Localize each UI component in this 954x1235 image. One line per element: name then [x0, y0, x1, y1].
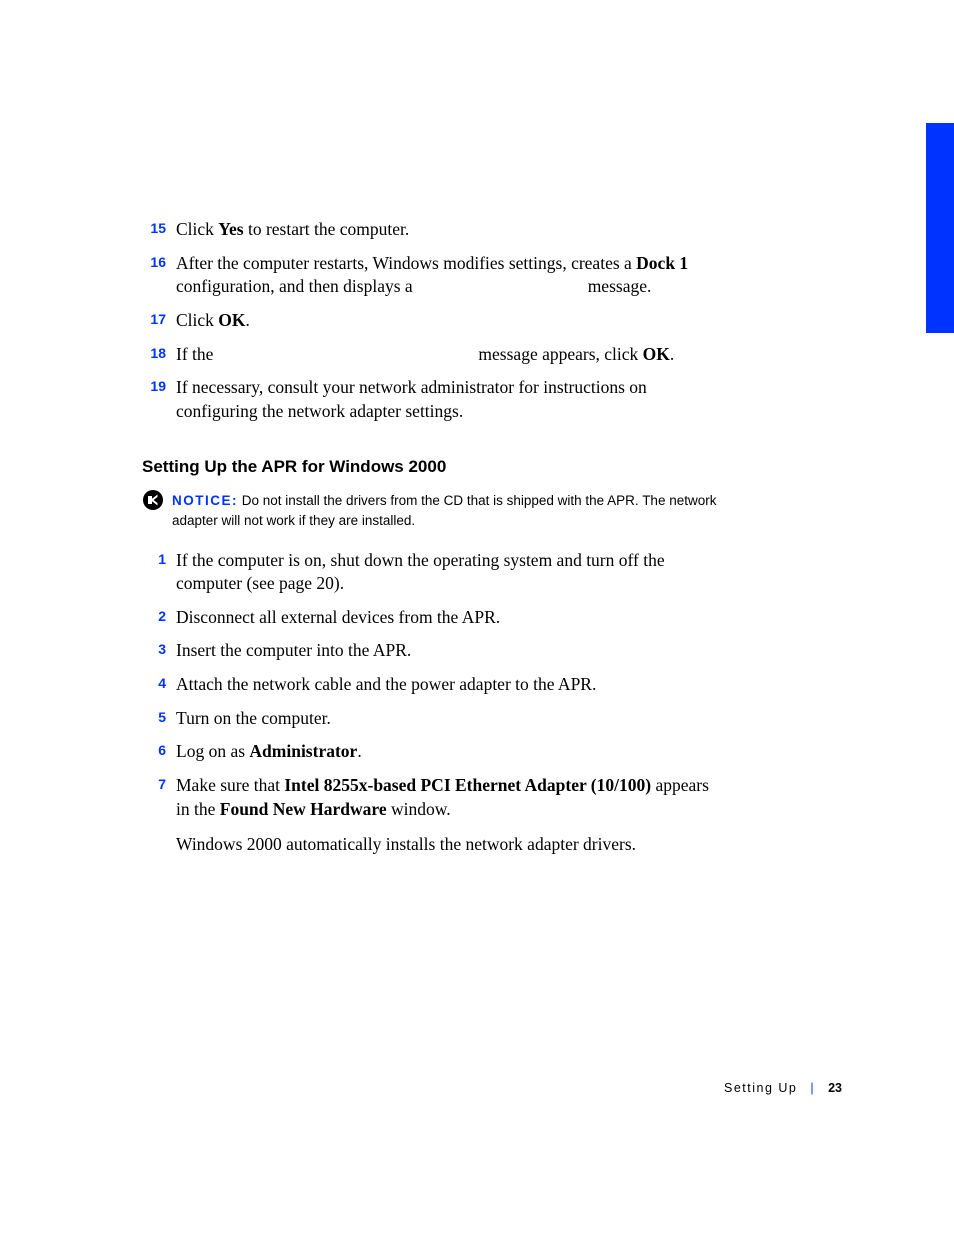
step-body: Turn on the computer. [176, 707, 716, 731]
step-row: 5 Turn on the computer. [142, 707, 842, 731]
step-number: 19 [142, 376, 166, 396]
step-row: 6 Log on as Administrator. [142, 740, 842, 764]
step-number: 17 [142, 309, 166, 329]
step-row: 1 If the computer is on, shut down the op… [142, 549, 842, 596]
step-number: 2 [142, 606, 166, 626]
notice-text: NOTICE: Do not install the drivers from … [172, 491, 732, 530]
notice-icon [142, 489, 164, 516]
section-tab [926, 123, 954, 333]
step-row: 7 Make sure that Intel 8255x-based PCI Et… [142, 774, 842, 821]
page-content: 15Click Yes to restart the computer.16Af… [142, 218, 842, 857]
step-body: Click OK. [176, 309, 716, 333]
step-row: 16 After the computer restarts, Windows m… [142, 252, 842, 299]
step-number: 3 [142, 639, 166, 659]
step-body: Attach the network cable and the power a… [176, 673, 716, 697]
footer-section: Setting Up [724, 1081, 797, 1095]
step-row: 17 Click OK. [142, 309, 842, 333]
step-body: Click Yes to restart the computer. [176, 218, 716, 242]
numbered-steps-bottom: 1 If the computer is on, shut down the op… [142, 549, 842, 822]
step-number: 18 [142, 343, 166, 363]
notice-block: NOTICE: Do not install the drivers from … [142, 491, 732, 530]
post-step-paragraph: Windows 2000 automatically installs the … [176, 833, 716, 857]
step-row: 19 If necessary, consult your network adm… [142, 376, 842, 423]
document-page: 15Click Yes to restart the computer.16Af… [0, 0, 954, 1235]
step-body: After the computer restarts, Windows mod… [176, 252, 716, 299]
notice-body: Do not install the drivers from the CD t… [172, 493, 716, 528]
footer-separator: | [810, 1081, 815, 1095]
step-row: 3 Insert the computer into the APR. [142, 639, 842, 663]
footer-page-number: 23 [828, 1081, 842, 1095]
numbered-steps-top: 15 Click Yes to restart the computer. 16 Af… [142, 218, 842, 423]
section-heading: Setting Up the APR for Windows 2000 [142, 457, 842, 477]
step-body: Make sure that Intel 8255x-based PCI Eth… [176, 774, 716, 821]
step-number: 1 [142, 549, 166, 569]
step-number: 4 [142, 673, 166, 693]
step-row: 2 Disconnect all external devices from th… [142, 606, 842, 630]
step-body: Insert the computer into the APR. [176, 639, 716, 663]
step-number: 15 [142, 218, 166, 238]
page-footer: Setting Up | 23 [724, 1081, 842, 1095]
step-body: Disconnect all external devices from the… [176, 606, 716, 630]
step-number: 7 [142, 774, 166, 794]
step-row: 4 Attach the network cable and the power … [142, 673, 842, 697]
step-body: If themessage appears, click OK. [176, 343, 716, 367]
step-number: 5 [142, 707, 166, 727]
step-body: Log on as Administrator. [176, 740, 716, 764]
step-number: 6 [142, 740, 166, 760]
step-number: 16 [142, 252, 166, 272]
step-row: 18 If themessage appears, click OK. [142, 343, 842, 367]
notice-label: NOTICE: [172, 493, 238, 508]
step-body: If the computer is on, shut down the ope… [176, 549, 716, 596]
step-row: 15 Click Yes to restart the computer. [142, 218, 842, 242]
step-body: If necessary, consult your network admin… [176, 376, 716, 423]
